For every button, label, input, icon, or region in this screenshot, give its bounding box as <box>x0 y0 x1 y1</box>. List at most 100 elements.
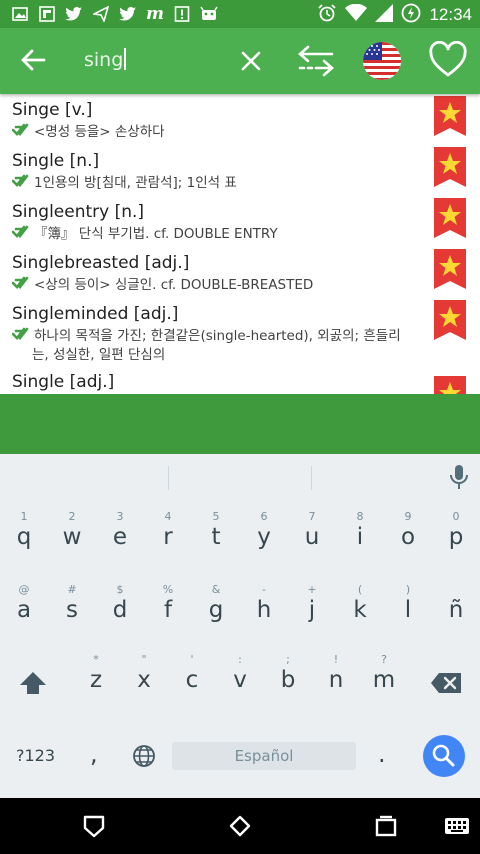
key-g[interactable]: & g <box>192 579 240 637</box>
key-m[interactable]: ? m <box>360 649 408 707</box>
key-e[interactable]: 3e <box>96 506 144 564</box>
key-z[interactable]: * z <box>72 649 120 707</box>
list-item[interactable]: Singlebreasted [adj.] <상의 등이> 싱글인. cf. D… <box>0 247 480 297</box>
m-icon: m <box>146 4 164 24</box>
favorite-star-icon[interactable] <box>434 300 466 340</box>
recents-icon[interactable] <box>374 814 398 838</box>
key-l[interactable]: ) l <box>384 579 432 637</box>
home-icon[interactable] <box>228 814 252 838</box>
key-o[interactable]: 9o <box>384 506 432 564</box>
entry-definition: <상의 등이> 싱글인. cf. DOUBLE-BREASTED <box>12 273 313 293</box>
list-item[interactable]: Single [adj.] <box>0 366 480 394</box>
list-item[interactable]: Singe [v.] <명성 등을> 손상하다 <box>0 94 480 144</box>
battery-icon <box>401 3 421 27</box>
key-n[interactable]: ! n <box>312 649 360 707</box>
flipboard-icon <box>37 4 57 24</box>
search-app-bar: sing <box>0 28 480 94</box>
results-list: Singe [v.] <명성 등을> 손상하다 Single [n.] 1인용의… <box>0 94 480 394</box>
swap-languages-icon[interactable] <box>296 44 336 78</box>
key-q[interactable]: 1q <box>0 506 48 564</box>
entry-word: Singleentry [n.] <box>12 202 145 222</box>
key-j[interactable]: + j <box>288 579 336 637</box>
key-h[interactable]: -h <box>240 579 288 637</box>
clock: 12:34 <box>429 5 472 24</box>
notification-icons: m <box>10 4 219 24</box>
us-flag-icon[interactable] <box>363 42 401 80</box>
suggestion-strip <box>0 454 480 500</box>
globe-icon[interactable] <box>132 744 156 768</box>
period-key[interactable]: . <box>378 740 386 768</box>
alert-icon <box>172 4 192 24</box>
key-p[interactable]: 0p <box>432 506 480 564</box>
key-t[interactable]: 5t <box>192 506 240 564</box>
entry-word: Singlebreasted [adj.] <box>12 253 190 273</box>
heart-icon[interactable] <box>428 41 468 79</box>
space-bar[interactable]: Español <box>172 742 356 770</box>
search-input-value: sing <box>84 49 124 71</box>
key-b[interactable]: ; b <box>264 649 312 707</box>
list-item[interactable]: Singleentry [n.] 『簿』 단식 부기법. cf. DOUBLE … <box>0 196 480 246</box>
key-d[interactable]: $ d <box>96 579 144 637</box>
text-cursor <box>124 48 127 70</box>
entry-definition: <명성 등을> 손상하다 <box>12 120 165 140</box>
back-icon[interactable] <box>82 814 106 838</box>
double-check-icon <box>12 123 29 136</box>
key-r[interactable]: 4r <box>144 506 192 564</box>
backspace-icon[interactable] <box>430 672 462 694</box>
list-item[interactable]: Single [n.] 1인용의 방[침대, 관람석]; 1인석 표 <box>0 145 480 195</box>
back-arrow-icon[interactable] <box>18 45 48 75</box>
status-bar: m 12:34 <box>0 0 480 28</box>
double-check-icon <box>12 327 29 340</box>
search-icon <box>432 744 455 767</box>
key-k[interactable]: (k <box>336 579 384 637</box>
twitter-icon <box>64 4 84 24</box>
favorite-star-icon[interactable] <box>434 376 466 394</box>
image-icon <box>10 4 30 24</box>
key-n-tilde[interactable]: ñ <box>432 579 480 637</box>
ad-banner-area <box>0 394 480 454</box>
entry-word: Singe [v.] <box>12 100 93 120</box>
entry-definition: 『簿』 단식 부기법. cf. DOUBLE ENTRY <box>12 222 278 242</box>
favorite-star-icon[interactable] <box>434 249 466 289</box>
symbols-key[interactable]: ?123 <box>16 746 55 765</box>
search-action-button[interactable] <box>423 735 465 777</box>
keyboard-icon[interactable] <box>444 814 470 838</box>
entry-definition: 1인용의 방[침대, 관람석]; 1인석 표 <box>12 171 237 191</box>
twitter-icon <box>118 4 138 24</box>
wifi-icon <box>345 3 368 26</box>
alarm-icon <box>317 3 337 27</box>
signal-icon <box>375 4 394 26</box>
suggestion-divider <box>168 466 169 490</box>
entry-word: Singleminded [adj.] <box>12 304 179 324</box>
key-f[interactable]: % f <box>144 579 192 637</box>
comma-key[interactable]: , <box>90 740 98 768</box>
key-x[interactable]: " x <box>120 649 168 707</box>
favorite-star-icon[interactable] <box>434 96 466 136</box>
soft-keyboard: 1q 2w 3e 4r 5t 6y 7u 8i 9o 0p @ a # s $ d %… <box>0 454 480 798</box>
android-icon <box>199 4 219 24</box>
send-icon <box>91 4 111 24</box>
entry-definition: 하나의 목적을 가진; 한결같은(single-hearted), 외곬의; 흔… <box>12 324 452 344</box>
key-u[interactable]: 7u <box>288 506 336 564</box>
double-check-icon <box>12 174 29 187</box>
entry-word: Single [adj.] <box>12 372 115 392</box>
entry-word: Single [n.] <box>12 151 100 171</box>
key-w[interactable]: 2w <box>48 506 96 564</box>
favorite-star-icon[interactable] <box>434 147 466 187</box>
suggestion-divider <box>311 466 312 490</box>
shift-icon[interactable] <box>18 670 48 696</box>
list-item[interactable]: Singleminded [adj.] 하나의 목적을 가진; 한결같은(sin… <box>0 298 480 366</box>
key-y[interactable]: 6y <box>240 506 288 564</box>
favorite-star-icon[interactable] <box>434 198 466 238</box>
key-i[interactable]: 8i <box>336 506 384 564</box>
microphone-icon[interactable] <box>448 464 470 490</box>
key-v[interactable]: :v <box>216 649 264 707</box>
double-check-icon <box>12 225 29 238</box>
close-icon[interactable] <box>238 48 264 74</box>
system-status: 12:34 <box>317 3 472 27</box>
key-s[interactable]: # s <box>48 579 96 637</box>
key-a[interactable]: @ a <box>0 579 48 637</box>
double-check-icon <box>12 276 29 289</box>
key-c[interactable]: ' c <box>168 649 216 707</box>
search-input[interactable]: sing <box>84 48 127 71</box>
